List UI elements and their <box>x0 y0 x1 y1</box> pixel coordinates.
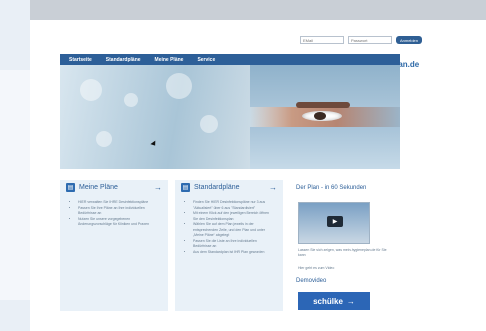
list-item: Aus dem Standardplan ist IHR Plan geword… <box>193 250 275 256</box>
list-item: Passen Sie die Liste an Ihre individuell… <box>193 239 275 250</box>
surgical-cap <box>250 65 400 107</box>
arrow-right-icon[interactable]: → <box>154 183 162 192</box>
surgeon-face <box>250 65 400 169</box>
password-input[interactable] <box>348 36 392 44</box>
login-form: Anmelden <box>300 36 422 44</box>
video-thumbnail[interactable]: ▶ <box>298 202 370 244</box>
play-icon[interactable]: ▶ <box>327 216 343 227</box>
meine-plaene-title: Meine Pläne <box>79 183 118 191</box>
bokeh <box>80 79 102 101</box>
bokeh <box>124 93 138 107</box>
document-icon: ▤ <box>66 182 75 192</box>
list-item: Passen Sie Ihre Pläne an Ihre individuel… <box>78 206 160 217</box>
meine-plaene-list: HIER verwalten Sie IHRE Desinfektionsplä… <box>60 200 168 228</box>
browser-top-bar <box>30 0 486 20</box>
email-input[interactable] <box>300 36 344 44</box>
video-description: Lassen Sie sich zeigen, was mein-hygiene… <box>298 248 387 257</box>
nav-service[interactable]: Service <box>197 57 215 63</box>
video-section-title: Der Plan - in 60 Sekunden <box>296 185 367 191</box>
nav-startseite[interactable]: Startseite <box>69 57 92 63</box>
nav-meine-plaene[interactable]: Meine Pläne <box>155 57 184 63</box>
bokeh <box>200 115 218 133</box>
login-button[interactable]: Anmelden <box>396 36 422 44</box>
document-icon: ▤ <box>181 182 190 192</box>
eye <box>302 111 342 121</box>
bokeh <box>166 73 192 99</box>
list-item: Wählen Sie auf dem Plan jeweils in der e… <box>193 222 275 239</box>
pupil <box>314 112 326 120</box>
eyebrow <box>296 102 350 108</box>
standardplaene-title: Standardpläne <box>194 183 240 191</box>
list-item: Mit einem Klick auf den jeweiligen Berei… <box>193 211 275 222</box>
video-link[interactable]: Hier geht es zum Video <box>298 266 334 270</box>
hero-image <box>60 65 400 169</box>
meine-plaene-box: ▤ Meine Pläne → HIER verwalten Sie IHRE … <box>60 180 168 311</box>
standardplaene-header[interactable]: ▤ Standardpläne → <box>175 180 283 194</box>
nav-standardplaene[interactable]: Standardpläne <box>106 57 141 63</box>
main-navigation: Startseite Standardpläne Meine Pläne Ser… <box>60 54 400 65</box>
bokeh <box>96 131 112 147</box>
meine-plaene-header[interactable]: ▤ Meine Pläne → <box>60 180 168 194</box>
demovideo-title: Demovideo <box>296 278 327 284</box>
list-item: HIER verwalten Sie IHRE Desinfektionsplä… <box>78 200 160 206</box>
mouse-cursor-icon <box>150 140 158 148</box>
arrow-right-icon[interactable]: → <box>269 183 277 192</box>
arrow-right-icon: → <box>346 296 355 306</box>
surgical-mask <box>250 127 400 169</box>
standardplaene-box: ▤ Standardpläne → Finden Sie HIER Desinf… <box>175 180 283 311</box>
list-item: Finden Sie HIER Desinfektionspläne nur 3… <box>193 200 275 211</box>
sidebar: Der Plan - in 60 Sekunden ▶ Lassen Sie s… <box>292 180 400 311</box>
backdrop-panel <box>0 70 30 300</box>
list-item: Nutzen Sie unsere vorgegebenen Änderungs… <box>78 217 160 228</box>
brand-name: schülke <box>313 296 343 306</box>
standardplaene-list: Finden Sie HIER Desinfektionspläne nur 3… <box>175 200 283 255</box>
schuelke-banner[interactable]: schülke → <box>298 292 370 310</box>
